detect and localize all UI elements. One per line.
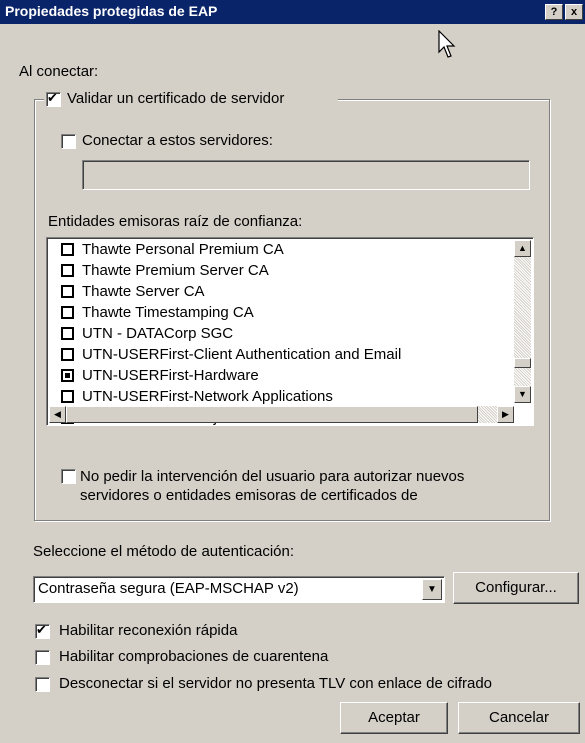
list-item[interactable]: Thawte Personal Premium CA (61, 240, 284, 260)
vertical-scrollbar[interactable]: ▲ ▼ (514, 240, 531, 403)
connect-servers-label[interactable]: Conectar a estos servidores: (82, 132, 273, 149)
list-item[interactable]: UTN-USERFirst-Hardware (61, 366, 259, 386)
title-bar[interactable]: Propiedades protegidas de EAP ? x (0, 0, 585, 24)
fast-reconnect-checkbox[interactable] (35, 622, 50, 639)
disconnect-tlv-label[interactable]: Desconectar si el servidor no presenta T… (59, 675, 492, 692)
quarantine-label[interactable]: Habilitar comprobaciones de cuarentena (59, 648, 328, 665)
root-ca-list[interactable]: Thawte Personal Premium CA Thawte Premiu… (46, 237, 534, 426)
servers-input[interactable] (82, 160, 530, 190)
accept-button[interactable]: Aceptar (340, 702, 448, 734)
close-button[interactable]: x (565, 4, 583, 20)
auth-method-label: Seleccione el método de autenticación: (33, 543, 295, 560)
quarantine-checkbox[interactable] (35, 650, 50, 665)
ca-label: UTN - DATACorp SGC (82, 325, 234, 342)
list-item[interactable]: Thawte Server CA (61, 282, 205, 302)
ca-checkbox[interactable] (61, 389, 74, 403)
no-prompt-checkbox[interactable] (61, 469, 76, 484)
list-item[interactable]: Thawte Timestamping CA (61, 303, 254, 323)
validate-cert-label[interactable]: Validar un certificado de servidor (67, 90, 284, 107)
scroll-down-icon[interactable]: ▼ (514, 386, 531, 403)
no-prompt-label[interactable]: No pedir la intervención del usuario par… (80, 467, 464, 505)
ca-label: Thawte Server CA (82, 283, 205, 300)
disconnect-tlv-checkbox[interactable] (35, 677, 50, 692)
ca-label: UTN-USERFirst-Client Authentication and … (82, 346, 402, 363)
list-item[interactable]: Thawte Premium Server CA (61, 261, 269, 281)
fast-reconnect-label[interactable]: Habilitar reconexión rápida (59, 622, 237, 639)
ca-checkbox[interactable] (61, 284, 74, 298)
ca-label: UTN-USERFirst-Network Applications (82, 388, 333, 405)
horizontal-scrollbar[interactable]: ◀ ▶ (49, 406, 514, 423)
ca-label: UTN-USERFirst-Hardware (82, 367, 259, 384)
on-connect-label: Al conectar: (19, 63, 99, 80)
root-ca-label: Entidades emisoras raíz de confianza: (48, 213, 303, 230)
validate-cert-checkbox[interactable] (46, 90, 61, 107)
cancel-button[interactable]: Cancelar (458, 702, 580, 734)
ca-checkbox[interactable] (61, 368, 74, 382)
window-title: Propiedades protegidas de EAP (5, 3, 218, 19)
scroll-right-icon[interactable]: ▶ (497, 406, 514, 423)
ca-label: Thawte Premium Server CA (82, 262, 269, 279)
list-item[interactable]: UTN-USERFirst-Network Applications (61, 387, 333, 407)
ca-label: Thawte Personal Premium CA (82, 241, 284, 258)
scroll-left-icon[interactable]: ◀ (49, 406, 66, 423)
no-prompt-line2: servidores o entidades emisoras de certi… (80, 487, 418, 504)
ca-checkbox[interactable] (61, 263, 74, 277)
help-button[interactable]: ? (545, 4, 563, 20)
no-prompt-line1: No pedir la intervención del usuario par… (80, 468, 465, 485)
ca-checkbox[interactable] (61, 347, 74, 361)
hscroll-thumb[interactable] (66, 406, 478, 423)
auth-method-value: Contraseña segura (EAP-MSCHAP v2) (38, 580, 299, 597)
scroll-up-icon[interactable]: ▲ (514, 240, 531, 257)
mouse-cursor-icon (438, 30, 456, 58)
ca-label: Thawte Timestamping CA (82, 304, 254, 321)
list-item[interactable]: UTN - DATACorp SGC (61, 324, 233, 344)
ca-checkbox[interactable] (61, 242, 74, 256)
ca-checkbox[interactable] (61, 305, 74, 319)
list-item[interactable]: UTN-USERFirst-Client Authentication and … (61, 345, 401, 365)
connect-servers-checkbox[interactable] (61, 134, 76, 149)
scroll-thumb[interactable] (514, 358, 531, 368)
ca-checkbox[interactable] (61, 326, 74, 340)
configure-button[interactable]: Configurar... (453, 572, 579, 604)
chevron-down-icon[interactable]: ▼ (422, 579, 442, 600)
auth-method-select[interactable]: Contraseña segura (EAP-MSCHAP v2) ▼ (33, 576, 445, 603)
